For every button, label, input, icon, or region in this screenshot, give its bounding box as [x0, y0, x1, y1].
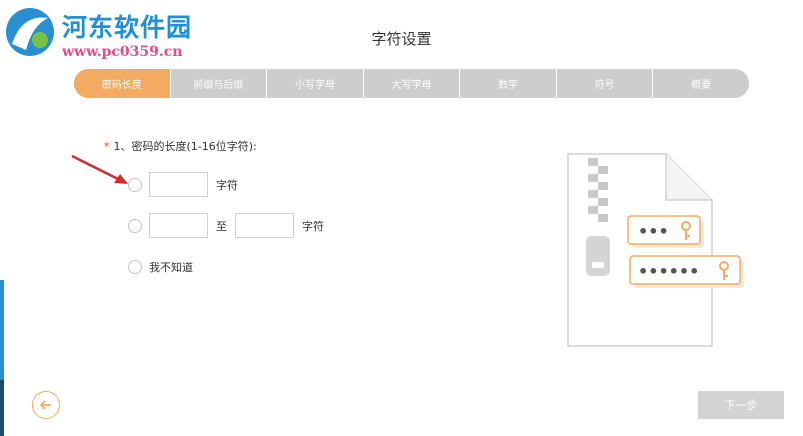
step-progress-bar: 密码长度 前缀与后缀 小写字母 大写字母 数字 符号 概要 [74, 69, 749, 98]
option-range-length: 至 字符 [128, 213, 332, 238]
option-exact-length: 字符 [128, 172, 246, 197]
exact-length-input[interactable] [149, 172, 208, 197]
step-lowercase[interactable]: 小写字母 [267, 69, 364, 98]
question-text: 1、密码的长度(1-16位字符): [113, 140, 257, 153]
range-to-input[interactable] [235, 213, 294, 238]
question-label: * 1、密码的长度(1-16位字符): [104, 138, 257, 154]
unknown-label: 我不知道 [149, 261, 193, 274]
step-uppercase[interactable]: 大写字母 [363, 69, 461, 98]
page-title: 字符设置 [371, 30, 432, 48]
radio-exact-length[interactable] [128, 177, 142, 192]
short-password-mask: ••• [638, 222, 669, 241]
left-edge-strip-dark [0, 380, 4, 436]
option-unknown: 我不知道 [128, 259, 193, 275]
step-prefix-suffix[interactable]: 前缀与后缀 [170, 69, 268, 98]
exact-length-unit: 字符 [216, 178, 238, 192]
left-edge-strip [0, 280, 4, 380]
step-symbols[interactable]: 符号 [556, 69, 654, 98]
range-separator: 至 [216, 219, 227, 233]
step-password-length[interactable]: 密码长度 [74, 69, 171, 98]
radio-unknown[interactable] [128, 260, 142, 274]
long-password-mask: •••••• [638, 262, 699, 281]
back-button[interactable] [32, 391, 60, 419]
required-mark: * [104, 140, 110, 153]
zip-file-password-illustration: ••• •••••• [567, 153, 744, 347]
radio-range-length[interactable] [128, 218, 142, 233]
step-summary[interactable]: 概要 [653, 69, 749, 98]
range-from-input[interactable] [149, 213, 208, 238]
red-arrow-icon [71, 154, 128, 184]
step-digits[interactable]: 数字 [460, 69, 557, 98]
range-unit: 字符 [302, 219, 324, 233]
arrow-left-icon [39, 400, 51, 410]
next-button[interactable]: 下一步 [698, 391, 784, 419]
